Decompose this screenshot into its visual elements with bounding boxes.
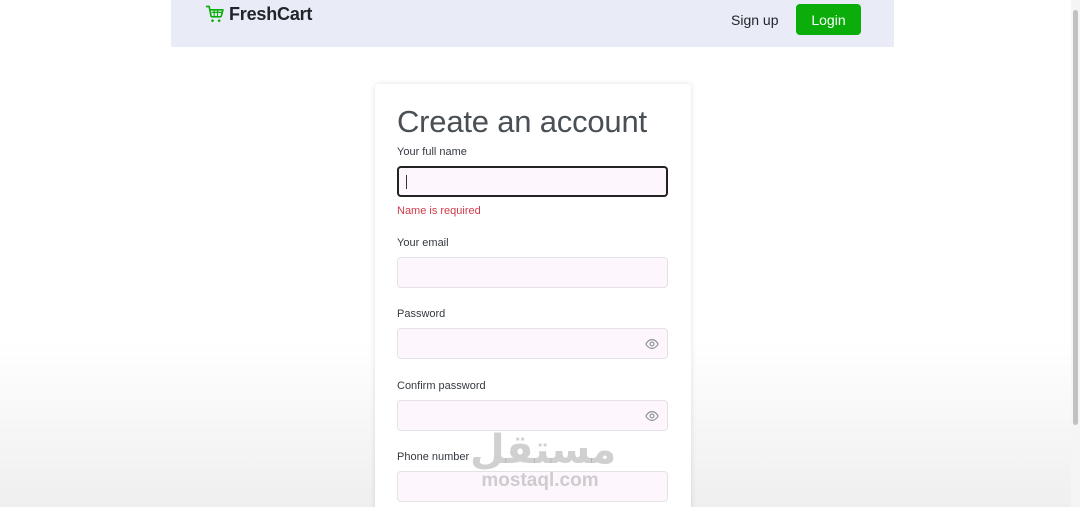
confirm-password-input[interactable] [397,400,668,431]
show-confirm-password-eye-icon[interactable] [645,410,659,422]
show-password-eye-icon[interactable] [645,338,659,350]
email-label: Your email [397,237,449,249]
email-input[interactable] [397,257,668,288]
brand-name: FreshCart [229,3,313,24]
full-name-label: Your full name [397,146,467,158]
scrollbar-thumb[interactable] [1073,10,1078,425]
name-error-message: Name is required [397,205,481,217]
full-name-input[interactable] [397,166,668,197]
page: FreshCart Sign up Login Create an accoun… [0,0,1080,507]
page-title: Create an account [397,104,647,139]
navbar: FreshCart Sign up Login [171,0,894,47]
brand-logo[interactable]: FreshCart [205,3,312,25]
phone-label: Phone number [397,451,470,463]
confirm-password-label: Confirm password [397,380,486,392]
cart-icon [205,5,224,22]
signup-link[interactable]: Sign up [731,12,778,28]
password-label: Password [397,308,446,320]
page-scrollbar[interactable] [1071,0,1080,507]
password-input[interactable] [397,328,668,359]
phone-input[interactable] [397,471,668,502]
text-caret [406,175,407,189]
signup-card: Create an account Your full name Name is… [375,84,691,507]
login-button[interactable]: Login [796,4,861,35]
